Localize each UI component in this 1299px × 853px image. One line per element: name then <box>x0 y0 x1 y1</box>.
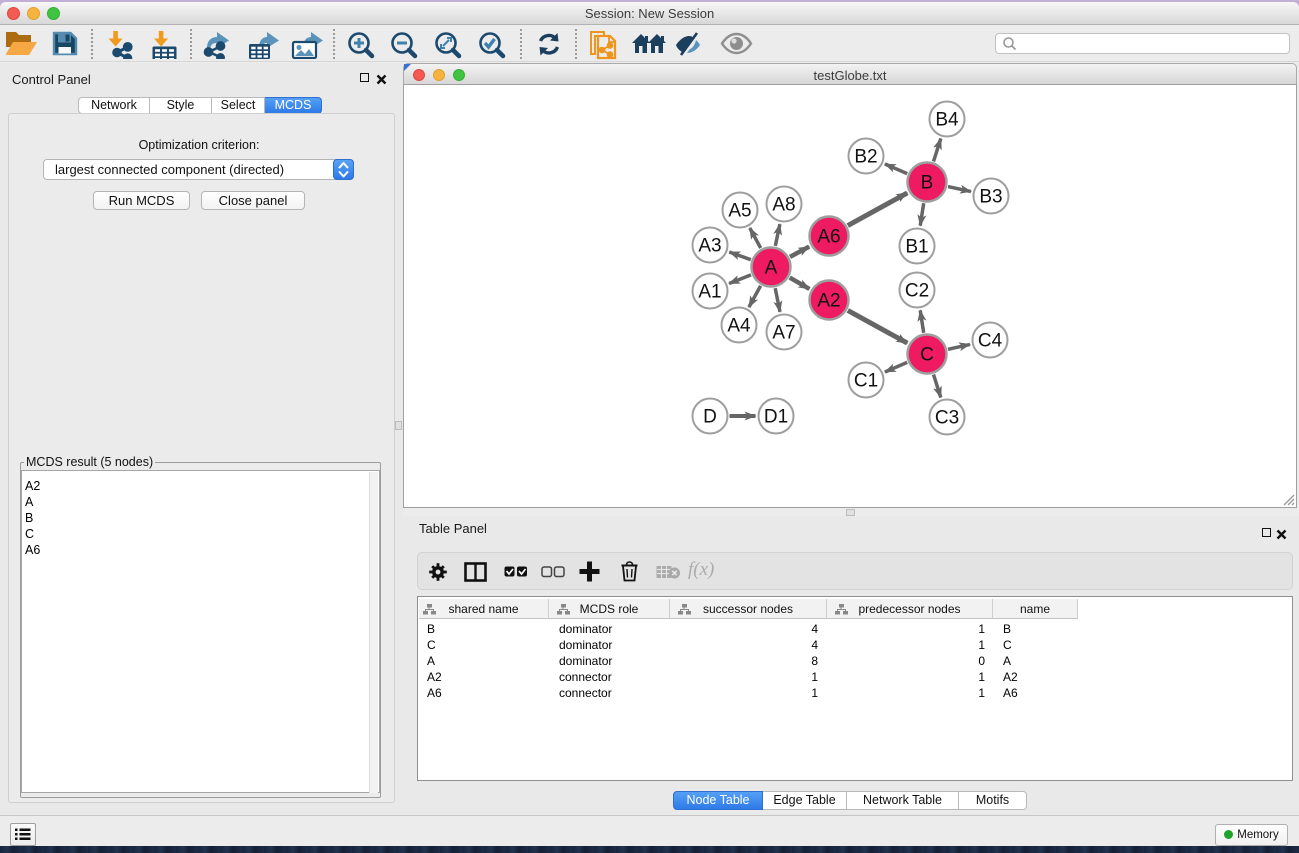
svg-text:B2: B2 <box>854 147 877 168</box>
svg-text:D1: D1 <box>764 407 788 428</box>
svg-text:C3: C3 <box>935 408 959 429</box>
svg-text:A5: A5 <box>728 201 751 222</box>
svg-text:A8: A8 <box>772 195 795 216</box>
svg-text:A7: A7 <box>772 323 795 344</box>
svg-text:C: C <box>920 345 934 366</box>
svg-text:D: D <box>703 407 717 428</box>
svg-text:A3: A3 <box>698 236 721 257</box>
svg-text:A6: A6 <box>817 227 840 248</box>
svg-text:A2: A2 <box>817 291 840 312</box>
svg-text:B3: B3 <box>979 187 1002 208</box>
svg-text:C1: C1 <box>854 371 878 392</box>
svg-text:C2: C2 <box>905 281 929 302</box>
svg-text:B: B <box>921 173 934 194</box>
svg-text:A4: A4 <box>727 316 751 337</box>
svg-text:B1: B1 <box>905 237 928 258</box>
svg-text:C4: C4 <box>978 331 1003 352</box>
svg-text:A1: A1 <box>698 282 721 303</box>
svg-text:B4: B4 <box>935 110 959 131</box>
svg-text:A: A <box>765 258 778 279</box>
